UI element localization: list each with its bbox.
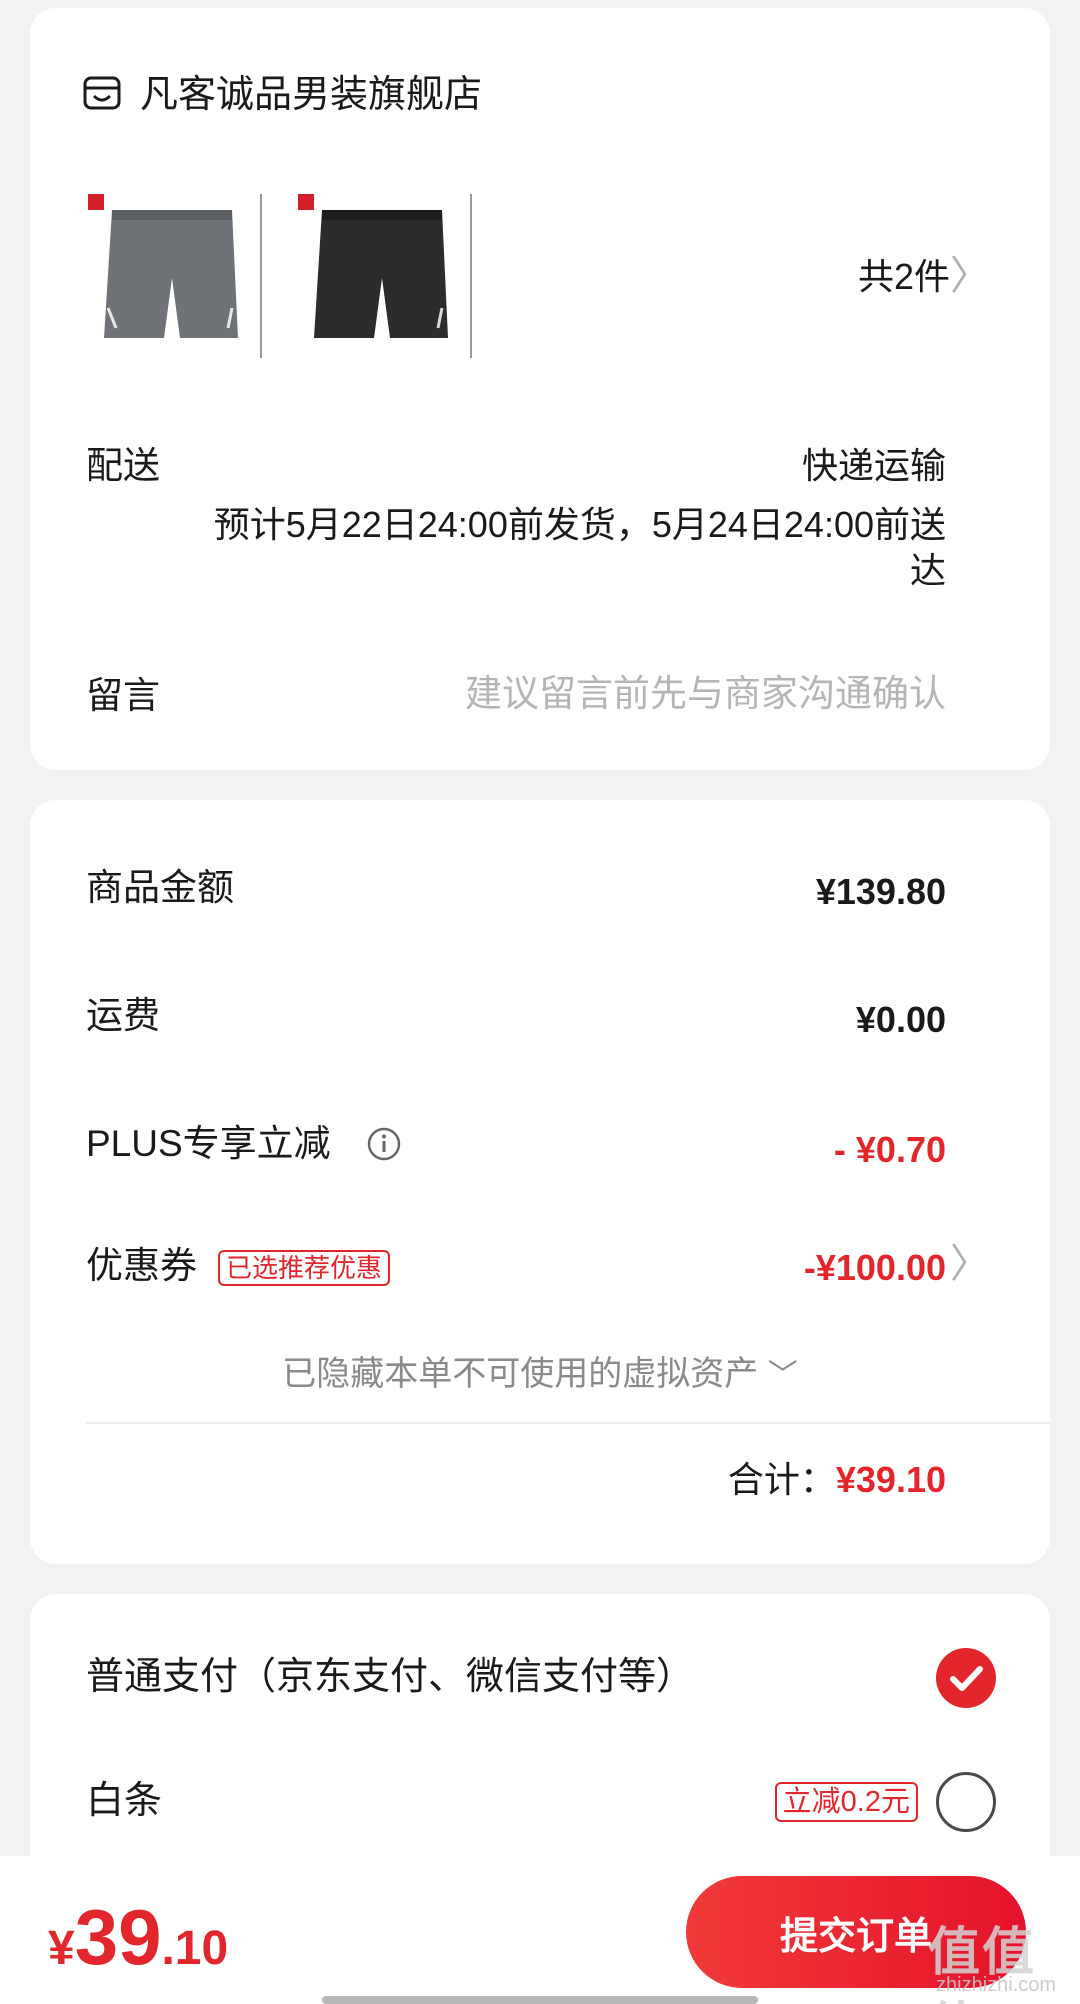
home-indicator[interactable]	[322, 1996, 758, 2004]
normal-payment-label[interactable]: 普通支付（京东支付、微信支付等）	[86, 1654, 694, 1700]
bottom-total: ¥39.10	[48, 1892, 228, 1983]
plus-discount-value: - ¥0.70	[833, 1129, 946, 1170]
coupon-label[interactable]: 优惠券	[86, 1244, 197, 1288]
product-thumbnail[interactable]	[292, 188, 472, 368]
delivery-method: 快递运输	[801, 445, 946, 486]
bottom-bar: ¥39.10 提交订单 值值值 zhizhizhi.com	[0, 1856, 1080, 2004]
store-icon	[83, 76, 121, 110]
baitiao-discount-badge: 立减0.2元	[774, 1782, 918, 1822]
coupon-recommended-badge: 已选推荐优惠	[218, 1250, 391, 1286]
product-thumbnail[interactable]	[82, 188, 262, 368]
currency-symbol: ¥	[48, 1922, 75, 1975]
plus-discount-label: PLUS专享立减	[86, 1123, 331, 1164]
total-value: ¥39.10	[835, 1459, 946, 1500]
thumbnail-divider	[260, 194, 262, 358]
order-total: 合计：¥39.10	[728, 1458, 946, 1502]
info-icon[interactable]	[366, 1126, 402, 1162]
order-card: 凡客诚品男装旗舰店 共2件 〉 配送 快递运输 预计5月22日24:00前发货，…	[30, 8, 1050, 770]
total-label: 合计：	[727, 1459, 836, 1500]
store-name[interactable]: 凡客诚品男装旗舰店	[140, 72, 482, 118]
item-count[interactable]: 共2件	[858, 256, 950, 298]
hidden-assets-text: 已隐藏本单不可使用的虚拟资产	[282, 1355, 759, 1393]
goods-amount-value: ¥139.80	[815, 871, 946, 912]
goods-amount-label: 商品金额	[86, 867, 234, 908]
chevron-down-icon: ﹀	[767, 1359, 798, 1392]
delivery-eta: 预计5月22日24:00前发货，5月24日24:00前送达	[213, 504, 946, 591]
chevron-right-icon[interactable]: 〉	[950, 1244, 990, 1284]
message-label: 留言	[86, 675, 160, 716]
delivery-label: 配送	[86, 445, 160, 486]
chevron-right-icon[interactable]: 〉	[950, 256, 990, 296]
baitiao-radio[interactable]	[936, 1772, 996, 1832]
normal-payment-radio[interactable]	[936, 1648, 996, 1708]
baitiao-label[interactable]: 白条	[86, 1778, 162, 1824]
total-integer: 39	[74, 1893, 162, 1981]
divider	[86, 1422, 1050, 1424]
checkmark-icon	[950, 1666, 983, 1691]
hidden-assets-toggle[interactable]: 已隐藏本单不可使用的虚拟资产 ﹀	[30, 1352, 1050, 1398]
coupon-value[interactable]: -¥100.00	[804, 1246, 946, 1290]
shipping-value: ¥0.00	[855, 999, 946, 1040]
message-input[interactable]: 建议留言前先与商家沟通确认	[465, 672, 946, 716]
total-decimal: .10	[161, 1922, 229, 1975]
thumbnail-divider	[470, 194, 472, 358]
shipping-label: 运费	[86, 995, 160, 1036]
price-card: 商品金额 ¥139.80 运费 ¥0.00 PLUS专享立减 - ¥0.70 优…	[30, 800, 1050, 1564]
watermark-url: zhizhizhi.com	[936, 1974, 1057, 1996]
